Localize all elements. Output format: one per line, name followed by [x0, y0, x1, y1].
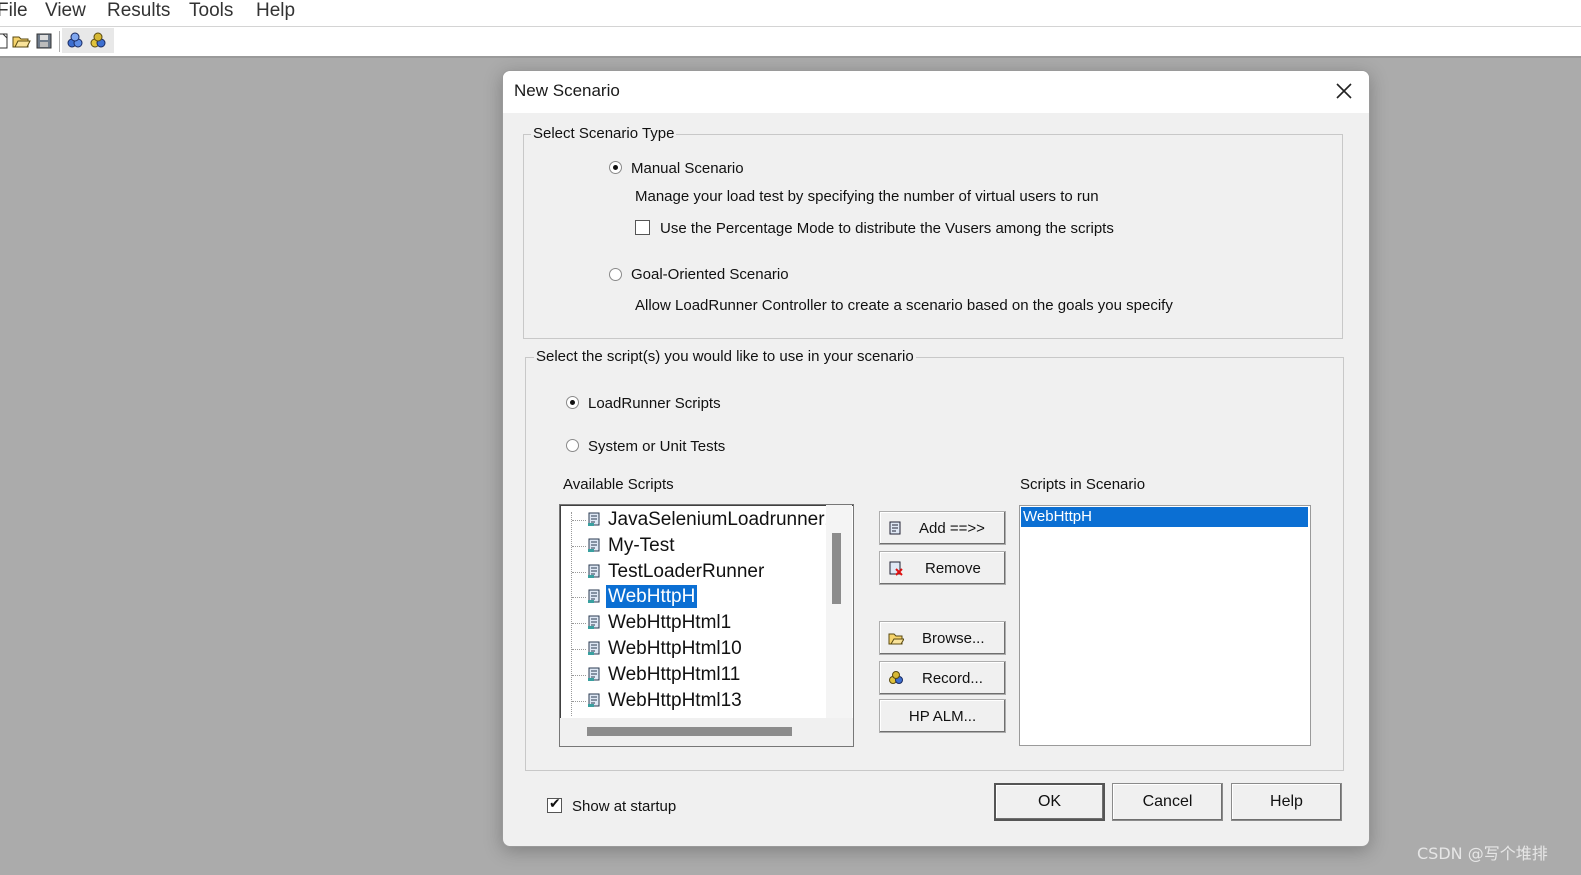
tree-item-label: WebHttpHtml1	[608, 612, 732, 634]
goal-oriented-label[interactable]: Goal-Oriented Scenario	[631, 266, 789, 283]
script-icon	[587, 615, 601, 630]
remove-button[interactable]: Remove	[879, 551, 1006, 585]
toolbar	[0, 27, 1581, 58]
script-icon	[587, 512, 601, 527]
tree-item[interactable]: TestLoaderRunner	[560, 559, 830, 585]
hp-alm-button-label: HP ALM...	[908, 708, 977, 725]
show-at-startup-checkbox[interactable]	[547, 796, 562, 813]
ok-button[interactable]: OK	[994, 783, 1105, 821]
unit-tests-label[interactable]: System or Unit Tests	[588, 438, 725, 455]
new-scenario-dialog: New Scenario Select Scenario Type Manual…	[502, 70, 1370, 847]
menu-tools[interactable]: Tools	[189, 0, 233, 24]
remove-script-icon	[888, 560, 904, 576]
hp-alm-button[interactable]: HP ALM...	[879, 699, 1006, 733]
script-icon	[587, 564, 601, 579]
tree-vertical-scroll-thumb[interactable]	[832, 533, 841, 604]
record-button-label: Record...	[922, 670, 983, 687]
menu-help[interactable]: Help	[256, 0, 295, 24]
tree-item-label: TestLoaderRunner	[608, 560, 765, 582]
tree-item[interactable]: WebHttpHtml11	[560, 662, 830, 688]
manual-scenario-radio[interactable]	[609, 161, 622, 174]
unit-tests-radio[interactable]	[566, 439, 579, 452]
script-icon	[587, 589, 601, 604]
tree-branch-line	[572, 597, 586, 599]
toolbar-separator	[59, 31, 60, 52]
loadrunner-scripts-radio[interactable]	[566, 396, 579, 409]
tree-item[interactable]: JavaSeleniumLoadrunner1	[560, 507, 835, 533]
scripts-in-scenario-label: Scripts in Scenario	[1020, 476, 1146, 493]
tree-item-label: WebHttpH	[606, 585, 698, 609]
tree-item[interactable]: WebHttpHtml1	[560, 610, 830, 636]
tree-item-label: JavaSeleniumLoadrunner1	[608, 509, 836, 530]
browse-button[interactable]: Browse...	[879, 621, 1006, 655]
script-icon	[587, 667, 601, 682]
tree-branch-line	[572, 674, 586, 676]
menubar: File View Results Tools Help	[0, 0, 1581, 27]
add-button-label: Add ==>>	[919, 520, 985, 537]
help-button[interactable]: Help	[1231, 783, 1342, 821]
tree-item[interactable]: WebHttpHtml13	[560, 688, 830, 714]
save-icon[interactable]	[34, 31, 54, 51]
tree-item-label: WebHttpHtml10	[608, 638, 742, 659]
scripts-in-scenario-list[interactable]: WebHttpH	[1019, 505, 1311, 746]
tree-item[interactable]: WebHttpH	[560, 584, 830, 610]
tree-branch-line	[572, 545, 586, 547]
close-icon	[1336, 83, 1352, 99]
tree-branch-line	[572, 520, 586, 521]
record-icon	[888, 670, 904, 686]
script-icon	[587, 538, 601, 553]
menu-view[interactable]: View	[45, 0, 86, 24]
close-button[interactable]	[1319, 71, 1369, 113]
tree-item-label: WebHttpHtml11	[608, 663, 741, 685]
dialog-title: New Scenario	[514, 81, 620, 100]
browse-button-label: Browse...	[922, 630, 985, 647]
open-folder-icon[interactable]	[11, 31, 31, 51]
open-folder-icon	[888, 630, 905, 646]
available-scripts-label: Available Scripts	[563, 476, 674, 493]
tree-branch-line	[572, 649, 586, 650]
menu-results[interactable]: Results	[107, 0, 170, 24]
goal-oriented-description: Allow LoadRunner Controller to create a …	[635, 297, 1173, 314]
tree-item[interactable]: My-Test	[560, 533, 830, 559]
dialog-titlebar: New Scenario	[503, 71, 1369, 113]
remove-button-label: Remove	[925, 560, 981, 577]
percentage-mode-checkbox[interactable]	[635, 220, 650, 235]
percentage-mode-label[interactable]: Use the Percentage Mode to distribute th…	[660, 220, 1114, 237]
tree-item-label: WebHttpHtml13	[608, 689, 742, 711]
tree-branch-line	[572, 623, 586, 625]
menu-file[interactable]: File	[0, 0, 28, 24]
available-scripts-tree[interactable]: JavaSeleniumLoadrunner1 My-Test TestLoader…	[559, 504, 854, 747]
tree-branch-line	[572, 700, 586, 702]
script-icon	[587, 693, 601, 708]
watermark: CSDN @写个堆排	[1417, 844, 1548, 863]
manual-scenario-description: Manage your load test by specifying the …	[635, 188, 1099, 205]
tree-item-label: My-Test	[608, 534, 675, 556]
vuser-icon[interactable]	[65, 31, 85, 51]
scenario-script-item[interactable]: WebHttpH	[1021, 507, 1308, 527]
record-button[interactable]: Record...	[879, 661, 1006, 695]
cancel-button[interactable]: Cancel	[1112, 783, 1223, 821]
goal-oriented-radio[interactable]	[609, 268, 622, 281]
tree-branch-line	[572, 571, 586, 573]
script-icon	[587, 641, 601, 656]
add-button[interactable]: Add ==>>	[879, 511, 1006, 545]
scenario-type-legend: Select Scenario Type	[531, 125, 677, 142]
show-at-startup-label[interactable]: Show at startup	[572, 798, 676, 815]
loadrunner-scripts-label[interactable]: LoadRunner Scripts	[588, 395, 721, 412]
record-icon[interactable]	[88, 31, 108, 51]
manual-scenario-label[interactable]: Manual Scenario	[631, 160, 744, 177]
tree-item[interactable]: WebHttpHtml10	[560, 636, 830, 662]
add-script-icon	[888, 520, 904, 536]
scripts-legend: Select the script(s) you would like to u…	[534, 348, 916, 365]
tree-horizontal-scroll-thumb[interactable]	[587, 727, 792, 736]
